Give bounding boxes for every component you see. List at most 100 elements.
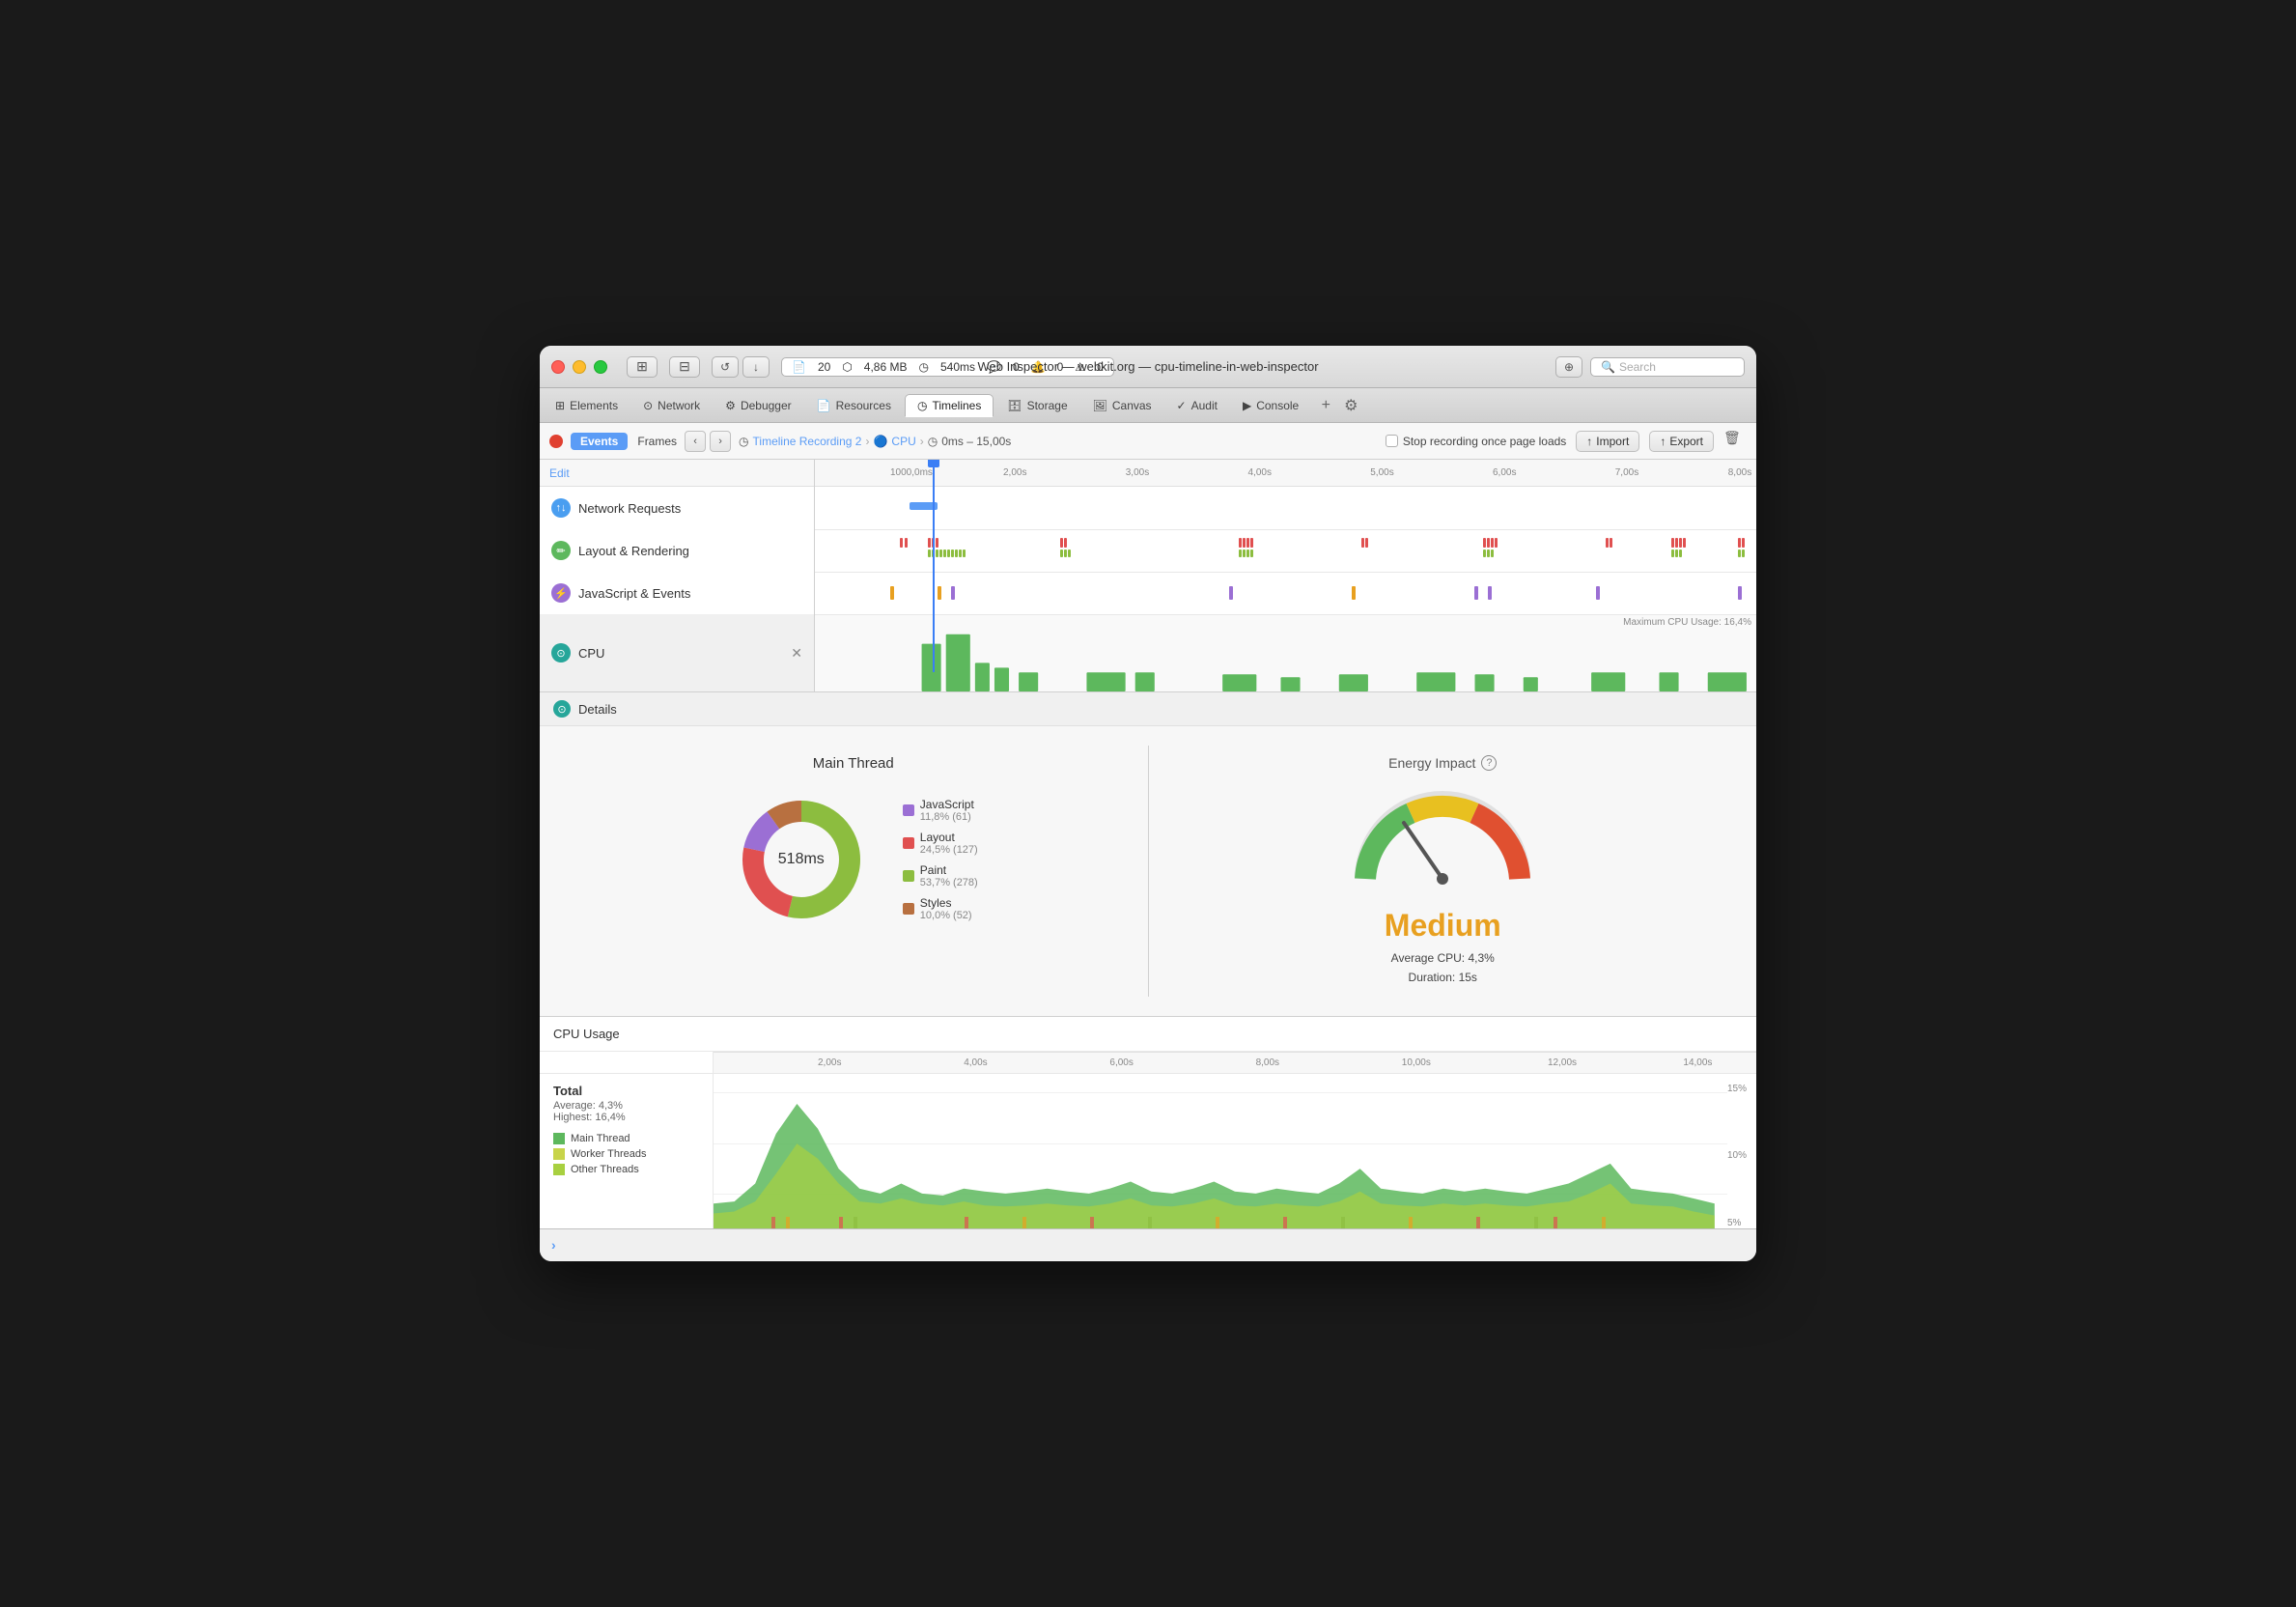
time-icon-breadcrumb: ◷	[928, 435, 938, 448]
layout-legend-label: Layout	[920, 831, 978, 844]
main-thread-panel: Main Thread	[559, 746, 1149, 996]
clear-button[interactable]: 🗑	[1723, 430, 1747, 453]
tab-network[interactable]: ⊙ Network	[631, 395, 712, 416]
main-thread-color	[553, 1133, 565, 1144]
search-placeholder: Search	[1619, 360, 1656, 374]
layout-rendering-row-label[interactable]: ✏ Layout & Rendering	[540, 529, 815, 572]
cpu-y-labels: 15% 10% 5%	[1722, 1079, 1751, 1228]
cpu-time-10s: 10,00s	[1402, 1057, 1431, 1068]
tab-resources[interactable]: 📄 Resources	[805, 395, 903, 416]
tab-timelines[interactable]: ◷ Timelines	[905, 394, 994, 417]
timeline-scrubber[interactable]	[933, 460, 935, 672]
tab-audit[interactable]: ✓ Audit	[1165, 395, 1229, 416]
events-button[interactable]: Events	[571, 433, 628, 450]
crosshair-button[interactable]: ⊕	[1555, 356, 1582, 378]
tab-audit-label: Audit	[1191, 399, 1218, 412]
cpu-row-label[interactable]: ⊙ CPU ✕	[540, 614, 815, 691]
cpu-breadcrumb[interactable]: CPU	[891, 435, 915, 448]
export-button[interactable]: ↑ Export	[1649, 431, 1714, 452]
tab-debugger[interactable]: ⚙ Debugger	[714, 395, 802, 416]
worker-threads-legend-label: Worker Threads	[571, 1148, 646, 1160]
titlebar-right: ⊕ 🔍 Search	[1555, 356, 1745, 378]
refresh-button[interactable]: ↺	[712, 356, 739, 378]
details-header: ⊙ Details	[540, 692, 1756, 726]
network-requests-row-label[interactable]: ↑↓ Network Requests	[540, 487, 815, 529]
network-icon: ⊙	[643, 399, 653, 412]
stop-recording-label: Stop recording once page loads	[1386, 435, 1566, 448]
cpu-avg-value: Average: 4,3%	[553, 1100, 699, 1112]
energy-level: Medium	[1385, 908, 1501, 944]
timeline-icon: ◷	[739, 435, 748, 448]
energy-title-text: Energy Impact	[1388, 755, 1475, 771]
console-prompt-button[interactable]: ›	[551, 1237, 556, 1253]
close-button[interactable]	[551, 360, 565, 374]
details-icon: ⊙	[553, 700, 571, 718]
cpu-usage-section: CPU Usage 2,00s 4,00s 6,00s 8,00s 10,00s…	[540, 1017, 1756, 1228]
recording-name[interactable]: Timeline Recording 2	[753, 435, 862, 448]
memory-icon: ⬡	[842, 360, 852, 374]
tab-storage[interactable]: 🗄 Storage	[995, 395, 1078, 416]
stop-recording-checkbox[interactable]	[1386, 435, 1398, 447]
maximize-button[interactable]	[594, 360, 607, 374]
timeline-area: Edit ↑↓ Network Requests ✏ Layout & Rend…	[540, 460, 1756, 692]
memory-value: 4,86 MB	[864, 360, 908, 374]
import-label: Import	[1596, 435, 1629, 448]
cpu-legend-other: Other Threads	[553, 1164, 699, 1175]
tab-canvas-label: Canvas	[1112, 399, 1152, 412]
js-events-icon: ⚡	[551, 583, 571, 603]
js-events-row-label[interactable]: ⚡ JavaScript & Events	[540, 572, 815, 614]
timeline-edit-header: Edit	[540, 460, 814, 487]
scrubber-handle[interactable]	[928, 460, 939, 467]
timeline-labels: Edit ↑↓ Network Requests ✏ Layout & Rend…	[540, 460, 815, 691]
paint-legend-label: Paint	[920, 863, 978, 877]
cpu-usage-chart: 15% 10% 5%	[714, 1074, 1756, 1228]
elements-icon: ⊞	[555, 399, 565, 412]
time-value: 540ms	[940, 360, 975, 374]
main-thread-legend-label: Main Thread	[571, 1133, 630, 1144]
layout-toggle-button[interactable]: ⊟	[669, 356, 700, 378]
rec-right-controls: Stop recording once page loads ↑ Import …	[1386, 430, 1747, 453]
tab-elements-label: Elements	[570, 399, 618, 412]
tab-console[interactable]: ▶ Console	[1231, 395, 1310, 416]
cpu-close-button[interactable]: ✕	[791, 645, 802, 662]
legend-javascript: JavaScript 11,8% (61)	[903, 798, 978, 823]
next-recording-button[interactable]: ›	[710, 431, 731, 452]
tab-console-label: Console	[1256, 399, 1299, 412]
frames-button[interactable]: Frames	[637, 435, 677, 448]
layout-rendering-label: Layout & Rendering	[578, 544, 689, 558]
tab-storage-label: Storage	[1027, 399, 1068, 412]
titlebar: ⊞ ⊟ ↺ ↓ 📄 20 ⬡ 4,86 MB ◷ 540ms 💬 0 🔔 0 ⚠…	[540, 346, 1756, 388]
cpu-legend: Main Thread Worker Threads Other Threads	[553, 1133, 699, 1175]
minimize-button[interactable]	[573, 360, 586, 374]
main-thread-title: Main Thread	[813, 755, 894, 772]
legend-paint: Paint 53,7% (278)	[903, 863, 978, 888]
settings-gear-button[interactable]: ⚙	[1341, 396, 1360, 415]
sidebar-toggle-button[interactable]: ⊞	[627, 356, 658, 378]
layout-rendering-icon: ✏	[551, 541, 571, 560]
time-label-3s: 3,00s	[1126, 467, 1149, 478]
energy-help-button[interactable]: ?	[1481, 755, 1497, 771]
styles-legend-label: Styles	[920, 896, 972, 910]
prev-recording-button[interactable]: ‹	[685, 431, 706, 452]
cpu-time-6s: 6,00s	[1109, 1057, 1133, 1068]
tab-bar: ⊞ Elements ⊙ Network ⚙ Debugger 📄 Resour…	[540, 388, 1756, 423]
cpu-area-svg	[714, 1074, 1715, 1228]
recording-bar: Events Frames ‹ › ◷ Timeline Recording 2…	[540, 423, 1756, 460]
energy-impact-panel: Energy Impact ?	[1149, 746, 1738, 996]
tab-canvas[interactable]: 🖼 Canvas	[1081, 395, 1163, 416]
js-events-label: JavaScript & Events	[578, 586, 690, 601]
resources-icon: 📄	[817, 399, 831, 412]
tab-elements[interactable]: ⊞ Elements	[544, 395, 630, 416]
layout-color	[903, 837, 914, 849]
add-tab-button[interactable]: +	[1316, 396, 1335, 415]
search-box[interactable]: 🔍 Search	[1590, 357, 1745, 377]
window-title: Web Inspector — webkit.org — cpu-timelin…	[977, 359, 1318, 374]
import-button[interactable]: ↑ Import	[1576, 431, 1639, 452]
download-button[interactable]: ↓	[742, 356, 770, 378]
y-label-10: 10%	[1727, 1150, 1747, 1161]
donut-legend: JavaScript 11,8% (61) Layout 24,5% (127)	[903, 798, 978, 921]
edit-button[interactable]: Edit	[549, 466, 570, 480]
details-title: Details	[578, 702, 617, 717]
cpu-time-12s: 12,00s	[1548, 1057, 1577, 1068]
time-label-2s: 2,00s	[1003, 467, 1026, 478]
